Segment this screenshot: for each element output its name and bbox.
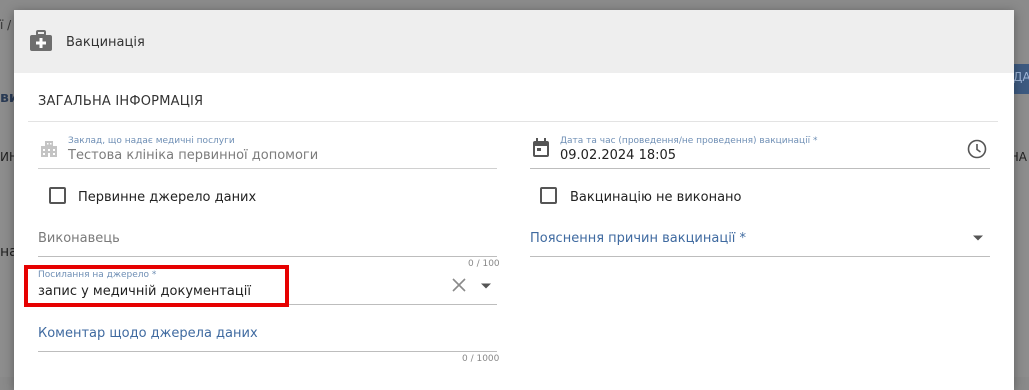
not-performed-checkbox[interactable] bbox=[540, 187, 557, 204]
datetime-input[interactable]: 09.02.2024 18:05 bbox=[560, 148, 676, 163]
chevron-down-icon[interactable] bbox=[480, 282, 492, 290]
performer-input[interactable]: Виконавець bbox=[38, 231, 120, 246]
section-title: ЗАГАЛЬНА ІНФОРМАЦІЯ bbox=[38, 94, 204, 109]
medical-kit-icon bbox=[30, 30, 52, 51]
dialog-title: Вакцинація bbox=[66, 35, 145, 50]
chevron-down-icon[interactable] bbox=[972, 234, 984, 242]
section-divider bbox=[28, 121, 998, 122]
facility-underline bbox=[38, 168, 497, 169]
source-comment-input[interactable]: Коментар щодо джерела даних bbox=[38, 326, 258, 341]
performer-counter: 0 / 100 bbox=[468, 259, 500, 269]
reason-placeholder: Пояснення причин вакцинації * bbox=[530, 231, 747, 246]
vaccination-dialog: Вакцинація ЗАГАЛЬНА ІНФОРМАЦІЯ Заклад, щ… bbox=[14, 10, 1014, 390]
calendar-icon bbox=[533, 138, 549, 157]
datetime-underline bbox=[530, 168, 990, 169]
facility-value: Тестова клініка первинної допомоги bbox=[68, 148, 319, 163]
highlight-box bbox=[24, 265, 289, 307]
primary-source-label: Первинне джерело даних bbox=[78, 190, 257, 205]
reason-underline bbox=[530, 256, 990, 257]
datetime-label: Дата та час (проведення/не проведення) в… bbox=[560, 136, 818, 146]
dialog-header: Вакцинація bbox=[14, 10, 1014, 73]
background-breadcrumb: ї / bbox=[0, 18, 12, 32]
not-performed-label: Вакцинацію не виконано bbox=[570, 190, 742, 205]
source-comment-underline bbox=[38, 351, 497, 352]
primary-source-checkbox[interactable] bbox=[49, 187, 66, 204]
clock-icon[interactable] bbox=[967, 139, 987, 159]
source-comment-counter: 0 / 1000 bbox=[462, 354, 500, 364]
performer-underline bbox=[38, 256, 497, 257]
facility-label: Заклад, що надає медичні послуги bbox=[68, 136, 235, 146]
building-icon bbox=[41, 141, 57, 157]
clear-icon[interactable] bbox=[452, 278, 466, 292]
